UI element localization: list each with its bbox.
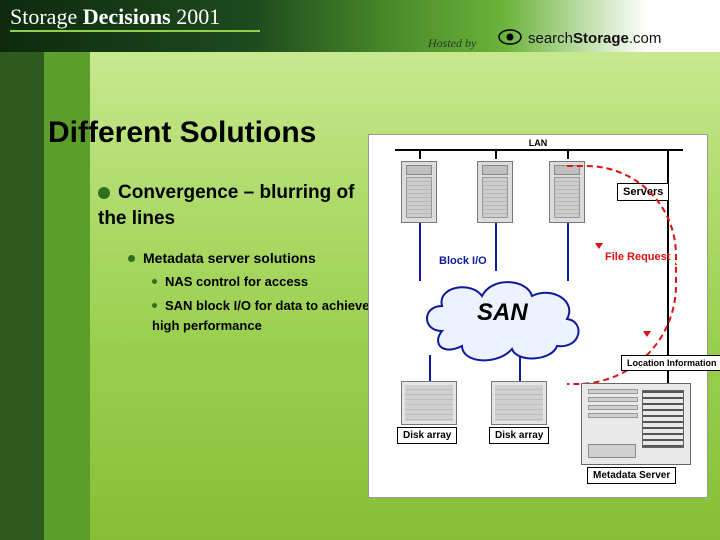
bullet-sub2b-text: SAN block I/O for data to achieve high p… [152,298,369,333]
lan-tick [419,149,421,159]
arrow-icon [643,331,651,337]
metadata-server-icon [581,383,691,465]
location-info-label: Location Information [621,355,720,371]
slide-body: Different Solutions Convergence – blurri… [0,52,720,540]
hosted-by-label: Hosted by [428,36,476,51]
brand-year: 2001 [176,4,220,29]
brand-bold: Decisions [83,4,171,29]
sponsor-suffix: .com [629,30,662,47]
brand-prefix: Storage [10,4,77,29]
left-strip-dark [0,52,44,540]
lan-tick [495,149,497,159]
eye-icon [498,28,522,46]
disk-array-label: Disk array [489,427,549,444]
san-disk-line [429,355,431,383]
header-brand: Storage Decisions 2001 [10,4,220,30]
bullet-icon [98,187,110,199]
block-io-label: Block I/O [439,255,487,267]
bullet-sub2a: NAS control for access [152,272,382,292]
bullet-sub1-text: Metadata server solutions [143,250,316,266]
bullet-sub2b: SAN block I/O for data to achieve high p… [152,296,382,336]
arrow-icon [595,243,603,249]
san-label: SAN [477,299,528,327]
bullet-icon [152,279,157,284]
server-icon [401,161,437,223]
block-io-line [495,223,497,271]
disk-array-label: Disk array [397,427,457,444]
bullet-main: Convergence – blurring of the lines [98,180,368,231]
architecture-diagram: LAN Servers Block I/O File Request SAN L… [368,134,708,498]
file-request-path [567,165,677,265]
brand-underline [10,30,260,32]
bullet-icon [152,303,157,308]
lan-label: LAN [529,138,548,148]
lan-bus-line [395,149,683,151]
metadata-server-label: Metadata Server [587,467,676,484]
header-bar: Storage Decisions 2001 Hosted by searchS… [0,0,720,52]
bullet-main-text: Convergence – blurring of the lines [98,182,354,229]
server-icon [477,161,513,223]
bullet-sub2a-text: NAS control for access [165,274,308,289]
bullet-sub1: Metadata server solutions [128,248,378,269]
disk-array-icon [401,381,457,425]
lan-tick [567,149,569,159]
disk-array-icon [491,381,547,425]
slide-title: Different Solutions [48,116,316,150]
sponsor-logo-text: searchStorage.com [528,30,661,47]
bullet-icon [128,255,135,262]
sponsor-bold: Storage [573,30,629,47]
san-disk-line [519,357,521,383]
sponsor-prefix: search [528,30,573,47]
